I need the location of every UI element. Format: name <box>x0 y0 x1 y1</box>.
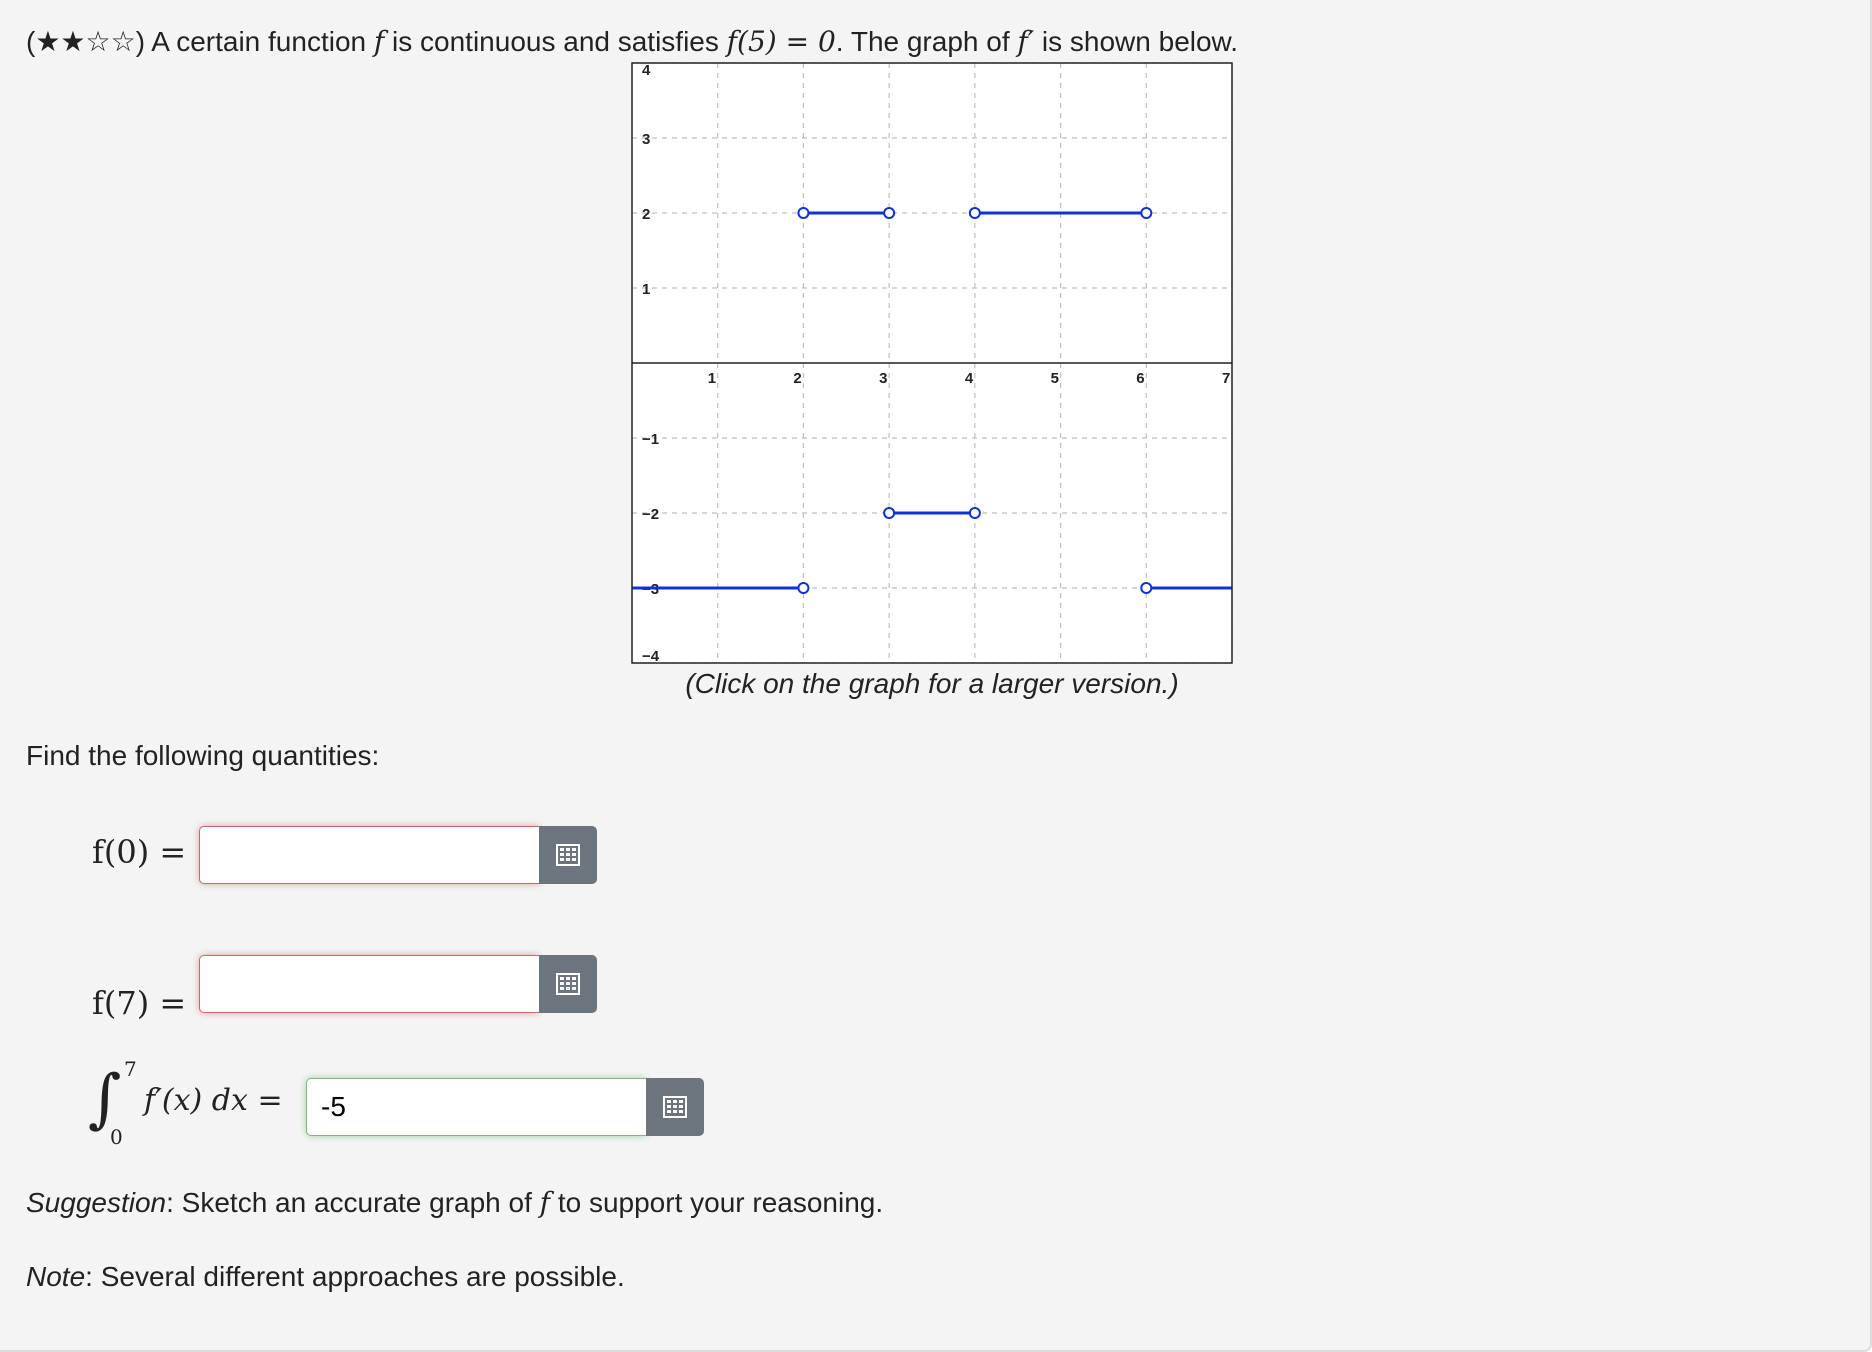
x-tick-label: 4 <box>965 370 974 387</box>
x-tick-label: 5 <box>1051 370 1059 387</box>
note-text: Note: Several different approaches are p… <box>26 1261 625 1292</box>
problem-statement: (★★☆☆) A certain function f is continuou… <box>26 25 1239 58</box>
graph-svg[interactable]: 12345674321−1−2−3−4 <box>630 61 1234 665</box>
graph-caption: (Click on the graph for a larger version… <box>685 668 1179 699</box>
x-tick-label: 2 <box>793 370 801 387</box>
integral-equation-editor-button[interactable] <box>646 1078 704 1136</box>
open-endpoint <box>968 507 981 519</box>
suggestion-text: Suggestion: Sketch an accurate graph of … <box>26 1186 884 1219</box>
open-endpoint <box>797 582 810 594</box>
f0-label: f(0) = <box>92 833 187 871</box>
f0-input[interactable] <box>199 826 539 884</box>
open-endpoint <box>883 207 896 219</box>
f0-equation-editor-button[interactable] <box>539 826 597 884</box>
x-tick-label: 6 <box>1136 370 1144 387</box>
x-tick-label: 3 <box>879 370 887 387</box>
find-label: Find the following quantities: <box>26 740 380 771</box>
open-endpoint <box>797 207 810 219</box>
grid-icon <box>556 844 580 866</box>
f7-equation-editor-button[interactable] <box>539 955 597 1013</box>
x-tick-label: 7 <box>1222 370 1230 387</box>
grid-icon <box>556 973 580 995</box>
y-tick-label: −2 <box>642 506 659 523</box>
y-tick-label: 2 <box>642 206 650 223</box>
open-endpoint <box>968 207 981 219</box>
f7-label: f(7) = <box>92 984 187 1022</box>
integral-upper-limit: 7 <box>124 1057 137 1081</box>
y-tick-label: 1 <box>642 281 650 298</box>
integrand: f′(x) dx = <box>144 1083 283 1118</box>
integral-answer <box>306 1078 704 1136</box>
open-endpoint <box>1140 207 1153 219</box>
integral-lower-limit: 0 <box>110 1125 123 1149</box>
y-tick-label: 3 <box>642 131 650 148</box>
integral-label: ∫ 7 0 f′(x) dx = <box>88 1055 298 1155</box>
difficulty-stars: (★★☆☆) <box>26 26 146 57</box>
y-tick-label: 4 <box>642 62 651 79</box>
problem-panel: (★★☆☆) A certain function f is continuou… <box>0 0 1872 1352</box>
y-tick-label: −1 <box>642 431 659 448</box>
x-tick-label: 1 <box>708 370 716 387</box>
open-endpoint <box>1140 582 1153 594</box>
f7-answer <box>199 955 597 1013</box>
derivative-graph[interactable]: 12345674321−1−2−3−4 <box>630 61 1234 665</box>
integral-input[interactable] <box>306 1078 646 1136</box>
open-endpoint <box>883 507 896 519</box>
given-condition: f(5) = 0 <box>726 25 836 58</box>
f0-answer <box>199 826 597 884</box>
f7-input[interactable] <box>199 955 539 1013</box>
grid-icon <box>663 1096 687 1118</box>
